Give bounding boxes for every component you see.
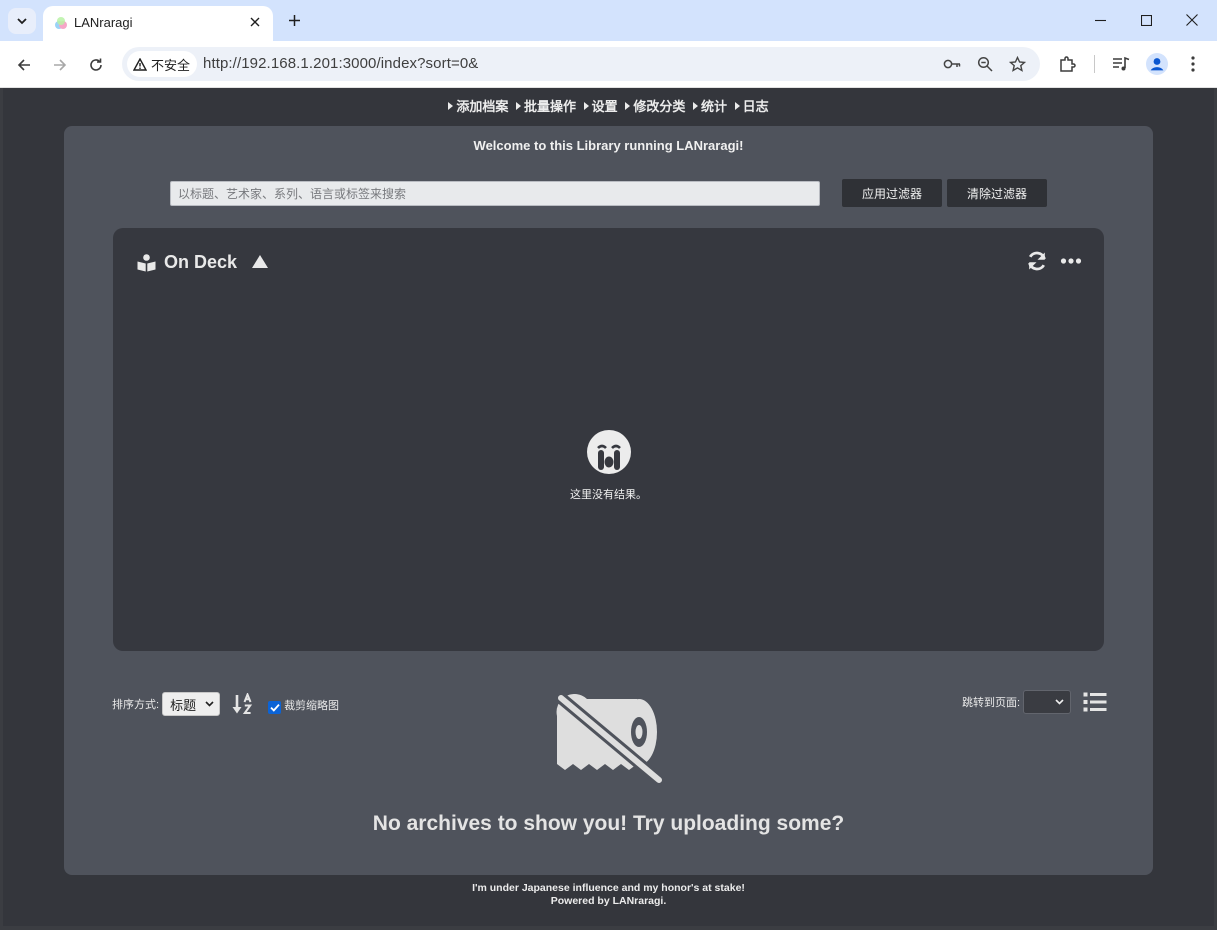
toolbar-separator [1094, 55, 1095, 73]
browser-tabstrip: LANraragi [0, 0, 1217, 41]
close-window-button[interactable] [1177, 7, 1207, 33]
menu-item-logs[interactable]: 日志 [734, 96, 769, 115]
crying-face-icon [587, 430, 631, 474]
page-footer: I'm under Japanese influence and my hono… [3, 882, 1214, 908]
menu-item-settings[interactable]: 设置 [583, 96, 618, 115]
security-label: 不安全 [151, 57, 191, 73]
puzzle-icon [1060, 56, 1076, 72]
plus-icon [288, 14, 300, 26]
arrow-left-icon [17, 59, 30, 71]
sort-label: 排序方式: [112, 699, 160, 711]
crop-thumbnails-label: 裁剪缩略图 [284, 699, 340, 712]
main-panel: Welcome to this Library running LANrarag… [64, 126, 1153, 875]
lanraragi-favicon-icon [55, 17, 67, 29]
tab-search-dropdown-button[interactable] [8, 8, 36, 34]
star-icon [1008, 55, 1026, 72]
warning-icon [133, 57, 147, 71]
key-icon [943, 59, 961, 69]
zoom-button[interactable] [975, 54, 995, 74]
top-menu: 添加档案 批量操作 设置 修改分类 统计 日志 [3, 96, 1214, 115]
caret-right-icon [448, 101, 454, 110]
footer-tagline: I'm under Japanese influence and my hono… [472, 882, 745, 894]
url-text[interactable]: http://192.168.1.201:3000/index?sort=0& [203, 55, 478, 72]
avatar-icon [1146, 53, 1168, 75]
chevron-down-icon [205, 701, 214, 707]
page-jump-label: 跳转到页面: [962, 697, 1021, 709]
checkmark-icon [269, 703, 280, 712]
on-deck-header: On Deck [137, 252, 237, 273]
book-reader-icon [137, 253, 156, 271]
page-content: 添加档案 批量操作 设置 修改分类 统计 日志 Welcome to this … [3, 88, 1214, 926]
no-toilet-paper-icon [555, 694, 665, 786]
menu-item-categories[interactable]: 修改分类 [625, 96, 685, 115]
chevron-down-icon [1055, 699, 1064, 705]
vertical-dots-icon [1191, 56, 1195, 72]
sort-select[interactable]: 标题 [162, 692, 221, 716]
clear-filter-button[interactable]: 清除过滤器 [947, 179, 1047, 207]
arrow-right-icon [54, 59, 67, 71]
chevron-down-icon [17, 18, 27, 25]
close-icon [250, 17, 260, 27]
sort-controls: 排序方式: 标题 裁剪缩略图 [112, 692, 339, 716]
browser-menu-button[interactable] [1181, 52, 1205, 76]
refresh-icon[interactable] [1026, 250, 1048, 272]
address-bar[interactable]: 不安全 http://192.168.1.201:3000/index?sort… [122, 47, 1040, 81]
caret-right-icon [692, 101, 698, 110]
bookmark-button[interactable] [1007, 54, 1027, 74]
page-jump-select[interactable] [1023, 690, 1072, 714]
new-tab-button[interactable] [283, 9, 305, 31]
menu-item-batch[interactable]: 批量操作 [516, 96, 576, 115]
maximize-icon [1140, 14, 1152, 26]
tab-title: LANraragi [74, 15, 133, 30]
welcome-title: Welcome to this Library running LANrarag… [473, 138, 744, 153]
list-view-icon[interactable] [1083, 691, 1107, 713]
apply-filter-button[interactable]: 应用过滤器 [842, 179, 942, 207]
back-button[interactable] [11, 52, 37, 78]
security-chip[interactable]: 不安全 [127, 51, 198, 77]
menu-item-stats[interactable]: 统计 [692, 96, 727, 115]
no-archives-message: No archives to show you! Try uploading s… [372, 812, 845, 835]
sort-order-icon[interactable] [232, 693, 254, 715]
forward-button[interactable] [47, 52, 73, 78]
on-deck-section: On Deck 这里没有结果。 [113, 228, 1104, 651]
browser-toolbar: 不安全 http://192.168.1.201:3000/index?sort… [0, 41, 1217, 88]
browser-tab[interactable]: LANraragi [43, 6, 273, 41]
caret-right-icon [583, 101, 589, 110]
empty-results-text: 这里没有结果。 [570, 489, 647, 501]
collapse-toggle-icon[interactable] [252, 255, 268, 268]
page-jump-controls: 跳转到页面: [962, 690, 1107, 714]
extensions-button[interactable] [1055, 52, 1079, 76]
minimize-button[interactable] [1085, 7, 1115, 33]
profile-button[interactable] [1145, 52, 1169, 76]
caret-right-icon [516, 101, 522, 110]
sort-selected-value: 标题 [170, 697, 197, 713]
caret-right-icon [625, 101, 631, 110]
close-icon [1186, 14, 1198, 26]
crop-thumbnails-checkbox[interactable] [268, 700, 282, 714]
footer-powered-by: Powered by LANraragi. [550, 895, 667, 907]
maximize-button[interactable] [1131, 7, 1161, 33]
media-control-button[interactable] [1109, 52, 1133, 76]
minimize-icon [1094, 19, 1106, 21]
caret-right-icon [734, 101, 740, 110]
zoom-icon [977, 56, 993, 72]
menu-item-add-archive[interactable]: 添加档案 [448, 96, 508, 115]
on-deck-title: On Deck [164, 252, 238, 272]
more-options-icon[interactable] [1060, 250, 1082, 272]
reload-button[interactable] [83, 52, 109, 78]
tab-close-button[interactable] [245, 12, 265, 32]
playlist-music-icon [1113, 56, 1130, 71]
search-input[interactable] [170, 181, 820, 206]
reload-icon [90, 58, 102, 71]
password-key-button[interactable] [942, 54, 962, 74]
